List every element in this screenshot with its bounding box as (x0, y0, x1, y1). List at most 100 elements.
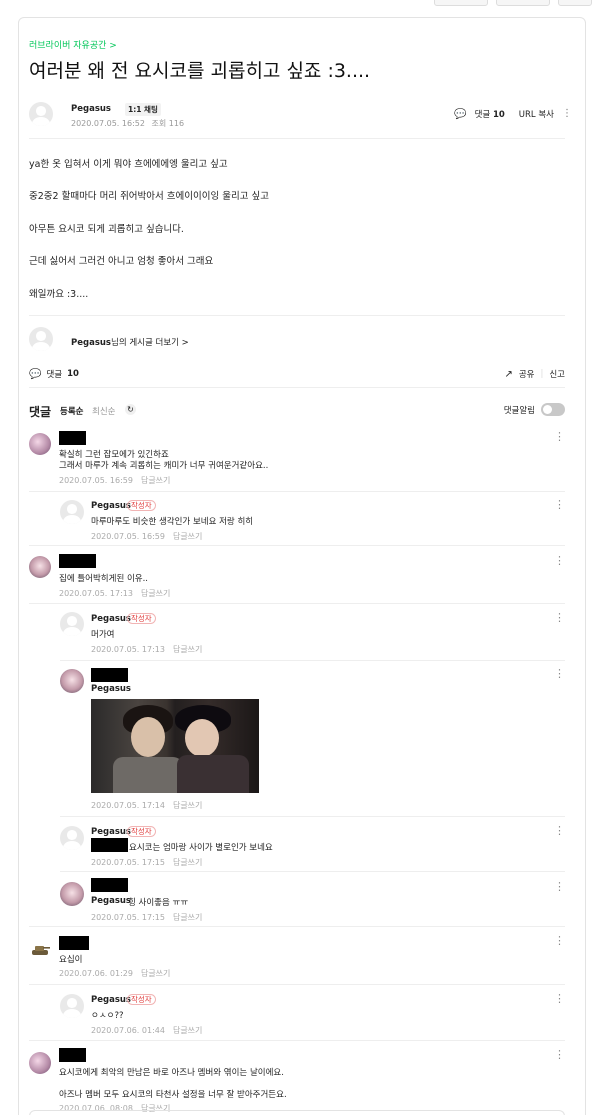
top-button-2[interactable] (496, 0, 550, 6)
attached-image[interactable] (91, 699, 259, 793)
comment-meta: 2020.07.05. 16:59 답글쓰기 (91, 531, 202, 542)
comment-more-icon[interactable]: ⋮ (554, 554, 565, 567)
comment-divider (29, 1040, 565, 1041)
share-button[interactable]: 공유 (519, 368, 535, 380)
comment-date: 2020.07.05. 16:59 (91, 532, 165, 541)
comment-date: 2020.07.05. 17:15 (91, 858, 165, 867)
comment-alarm: 댓글알림 (504, 403, 565, 416)
comment-more-icon[interactable]: ⋮ (554, 611, 565, 624)
commenter-avatar[interactable] (60, 882, 84, 906)
post-meta: 2020.07.05. 16:52 조회 116 (71, 118, 184, 129)
comment-alarm-toggle[interactable] (541, 403, 565, 416)
more-suffix: 님의 게시글 더보기 > (111, 338, 189, 348)
top-button-1[interactable] (434, 0, 488, 6)
commenter-name[interactable]: Pegasus (91, 614, 131, 624)
reply-button[interactable]: 답글쓰기 (173, 913, 202, 922)
writer-badge: 작성자 (127, 613, 156, 624)
commenter-name[interactable]: Pegasus (91, 501, 131, 511)
commenter-avatar[interactable] (29, 1052, 51, 1074)
comment-more-icon[interactable]: ⋮ (554, 1048, 565, 1061)
reply-button[interactable]: 답글쓰기 (173, 1026, 202, 1035)
reply-item: Pegasus 작성자 ㅇㅅㅇ?? 2020.07.06. 01:44 답글쓰기 … (29, 990, 565, 1038)
commenter-avatar[interactable] (60, 500, 84, 524)
comment-toggle[interactable]: 💬 댓글 10 (29, 368, 79, 381)
comment-meta: 2020.07.05. 16:59 답글쓰기 (59, 475, 170, 486)
more-author-avatar[interactable] (29, 327, 53, 351)
reply-button[interactable]: 답글쓰기 (141, 476, 170, 485)
comment-more-icon[interactable]: ⋮ (554, 498, 565, 511)
separator: | (540, 369, 544, 379)
commenter-avatar[interactable] (29, 938, 51, 960)
comment-more-icon[interactable]: ⋮ (554, 880, 565, 893)
reply-button[interactable]: 답글쓰기 (141, 969, 170, 978)
comment-more-icon[interactable]: ⋮ (554, 934, 565, 947)
commenter-avatar[interactable] (29, 556, 51, 578)
comment-more-icon[interactable]: ⋮ (554, 824, 565, 837)
commenter-avatar[interactable] (60, 826, 84, 850)
reply-button[interactable]: 답글쓰기 (173, 801, 202, 810)
mention-name[interactable]: Pegasus (91, 896, 131, 906)
commenter-avatar[interactable] (29, 433, 51, 455)
author-avatar[interactable] (29, 102, 53, 126)
reply-button[interactable]: 답글쓰기 (173, 532, 202, 541)
commenter-name[interactable]: Pegasus (91, 995, 131, 1005)
comment-input-box[interactable] (29, 1110, 565, 1115)
comment-count: 10 (492, 110, 505, 120)
share-icon[interactable]: ↗ (504, 369, 512, 380)
url-copy-button[interactable]: URL 복사 (519, 108, 554, 120)
comment-more-icon[interactable]: ⋮ (554, 667, 565, 680)
reply-item: Pegasus 2020.07.05. 17:14 답글쓰기 ⋮ (29, 665, 565, 815)
author-more-posts-link[interactable]: Pegasus님의 게시글 더보기 > (71, 336, 189, 348)
sort-registered-tab[interactable]: 등록순 (60, 405, 83, 417)
more-options-icon[interactable]: ⋮ (562, 109, 572, 119)
reply-item: Pegasus 작성자 마루마루도 비슷한 생각인가 보네요 저랑 히히 202… (29, 496, 565, 546)
top-button-3[interactable] (558, 0, 592, 6)
reply-button[interactable]: 답글쓰기 (173, 858, 202, 867)
cafe-board-link[interactable]: 러브라이버 자유공간 > (29, 38, 117, 51)
comment-text: 요십이 (59, 955, 83, 965)
redacted-mention (91, 838, 128, 852)
comment-icon[interactable]: 💬 (454, 109, 466, 120)
post-body-line: 중2중2 할때마다 머리 쥐어박아서 흐에이이이잉 울리고 싶고 (29, 191, 269, 202)
mention-name[interactable]: Pegasus (91, 684, 131, 694)
comment-date: 2020.07.05. 17:15 (91, 913, 165, 922)
comment-meta: 2020.07.06. 01:44 답글쓰기 (91, 1025, 202, 1036)
comment-meta: 2020.07.05. 17:14 답글쓰기 (91, 800, 202, 811)
comment-bar-divider (29, 387, 565, 388)
post-card: 러브라이버 자유공간 > 여러분 왜 전 요시코를 괴롭히고 싶죠 :3....… (18, 17, 586, 1115)
commenter-avatar[interactable] (60, 994, 84, 1018)
more-author-name: Pegasus (71, 338, 111, 348)
redacted-name (59, 431, 86, 445)
redacted-name (59, 554, 96, 568)
chat-badge[interactable]: 1:1 채팅 (125, 103, 161, 116)
share-report: ↗ 공유 | 신고 (504, 368, 565, 381)
reply-item: Pegasus 작성자 요시코는 엄마랑 사이가 별로인가 보네요 2020.0… (29, 822, 565, 870)
comment-text: 집에 틀어박히게된 이유.. (59, 574, 149, 584)
comment-text: 요시코는 엄마랑 사이가 별로인가 보네요 (129, 843, 273, 853)
image-figure-face (131, 717, 165, 757)
post-date: 2020.07.05. 16:52 (71, 119, 145, 128)
commenter-name[interactable]: Pegasus (91, 827, 131, 837)
comment-link[interactable]: 댓글 10 (475, 108, 505, 120)
commenter-avatar[interactable] (60, 612, 84, 636)
comments-header: 댓글 등록순 최신순 ↻ 댓글알림 (29, 401, 565, 421)
report-button[interactable]: 신고 (549, 368, 565, 380)
refresh-icon[interactable]: ↻ (125, 404, 136, 415)
comment-date: 2020.07.06. 01:29 (59, 969, 133, 978)
comment-text: 머가여 (91, 630, 115, 640)
comment-label: 댓글 (474, 110, 491, 120)
comment-more-icon[interactable]: ⋮ (554, 430, 565, 443)
comment-more-icon[interactable]: ⋮ (554, 992, 565, 1005)
reply-button[interactable]: 답글쓰기 (141, 589, 170, 598)
commenter-avatar[interactable] (60, 669, 84, 693)
comment-text-line2: 그래서 마루가 계속 괴롭히는 캐미가 너무 귀여운거같아요.. (59, 461, 269, 471)
comment-bubble-icon: 💬 (29, 368, 42, 380)
comment-meta: 2020.07.05. 17:15 답글쓰기 (91, 857, 202, 868)
comment-alarm-label: 댓글알림 (503, 405, 535, 416)
author-name[interactable]: Pegasus (71, 104, 111, 114)
writer-badge: 작성자 (127, 994, 156, 1005)
sort-latest-tab[interactable]: 최신순 (92, 405, 115, 417)
reply-button[interactable]: 답글쓰기 (173, 645, 202, 654)
image-figure-face (185, 719, 219, 757)
comment-bar-label: 댓글 (46, 370, 63, 380)
